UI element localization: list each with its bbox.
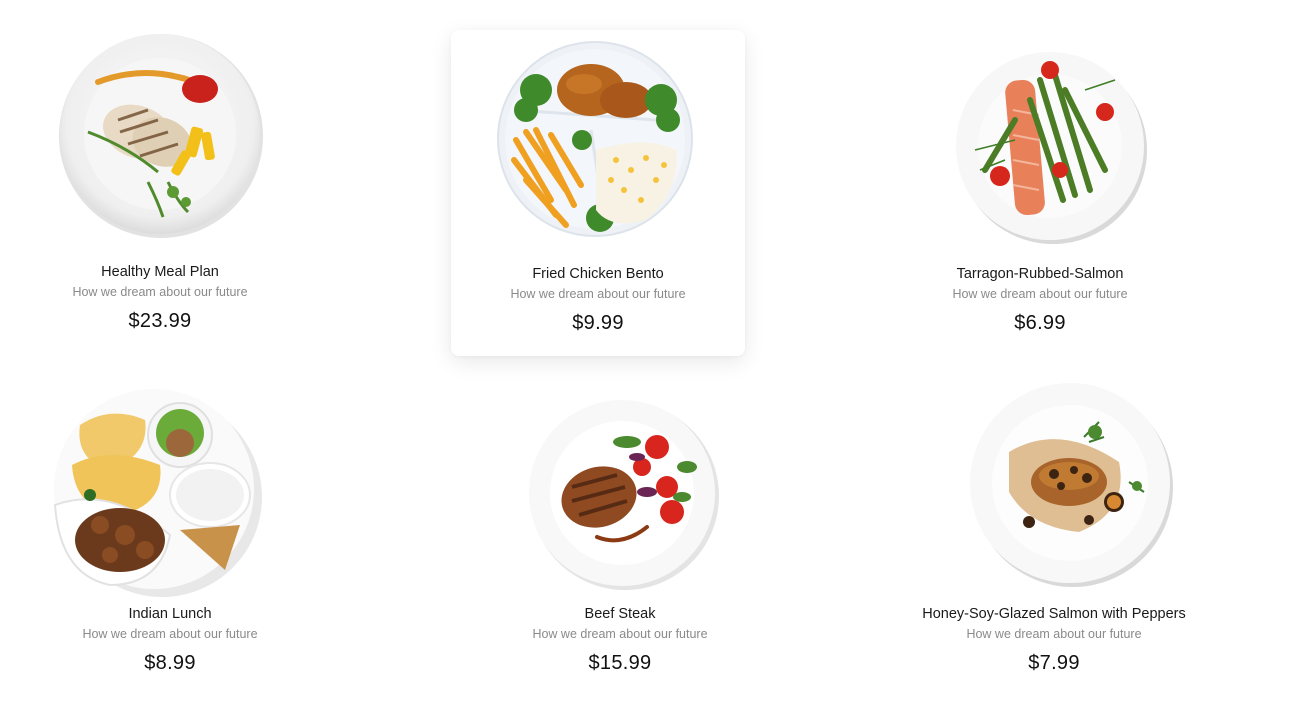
product-price: $15.99 [588,652,652,674]
product-title: Indian Lunch [128,606,212,622]
indian-thali-plate-icon [50,385,262,597]
product-price: $8.99 [144,652,196,674]
product-subtitle: How we dream about our future [532,627,708,641]
product-card-honey-soy-glazed-salmon[interactable]: Honey-Soy-Glazed Salmon with Peppers How… [914,370,1194,690]
salmon-asparagus-plate-icon [955,50,1149,244]
product-price: $9.99 [572,312,624,334]
product-price: $23.99 [128,310,192,332]
product-card-healthy-meal-plan[interactable]: Healthy Meal Plan How we dream about our… [20,20,300,350]
product-title: Tarragon-Rubbed-Salmon [956,266,1124,282]
grilled-chicken-plate-icon [58,32,264,238]
product-subtitle: How we dream about our future [966,627,1142,641]
steak-salad-plate-icon [527,397,721,591]
product-card-beef-steak[interactable]: Beef Steak How we dream about our future… [480,370,760,690]
product-subtitle: How we dream about our future [72,285,248,299]
product-subtitle: How we dream about our future [952,287,1128,301]
product-title: Fried Chicken Bento [532,266,664,282]
fried-chicken-bento-plate-icon [496,40,694,238]
product-subtitle: How we dream about our future [82,627,258,641]
glazed-salmon-plate-icon [969,382,1173,587]
product-subtitle: How we dream about our future [510,287,686,301]
product-title: Healthy Meal Plan [101,264,219,280]
product-card-tarragon-rubbed-salmon[interactable]: Tarragon-Rubbed-Salmon How we dream abou… [900,20,1180,350]
product-title: Beef Steak [584,606,656,622]
product-price: $7.99 [1028,652,1080,674]
product-price: $6.99 [1014,312,1066,334]
product-card-fried-chicken-bento[interactable]: Fried Chicken Bento How we dream about o… [451,30,745,356]
product-title: Honey-Soy-Glazed Salmon with Peppers [922,606,1186,622]
product-card-indian-lunch[interactable]: Indian Lunch How we dream about our futu… [30,370,310,690]
